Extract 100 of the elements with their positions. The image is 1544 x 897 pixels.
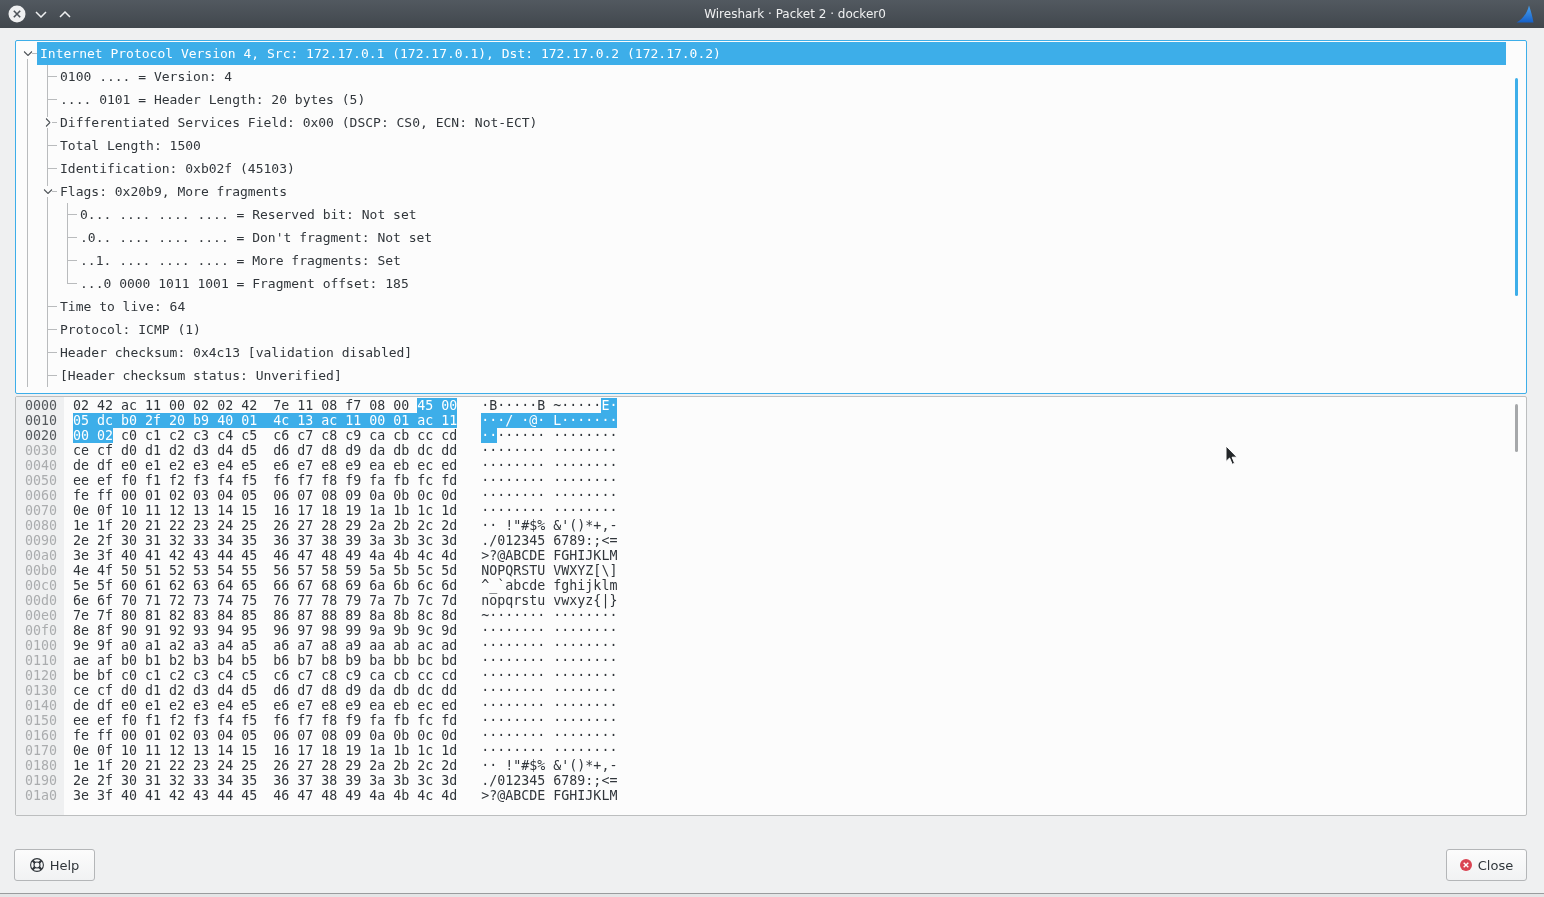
offset-label: 0050: [25, 473, 58, 488]
tree-item[interactable]: Time to live: 64: [57, 295, 189, 318]
tree-item[interactable]: 0... .... .... .... = Reserved bit: Not set: [77, 203, 420, 226]
offset-label: 00d0: [25, 593, 58, 608]
tree-item[interactable]: 0100 .... = Version: 4: [57, 65, 236, 88]
hex-bytes: 05 dc b0 2f 20 b9 40 01 4c 13 ac 11 00 01 ac 11: [73, 413, 458, 428]
hex-bytes: 0e 0f 10 11 12 13 14 15 16 17 18 19 1a 1b 1c 1d: [73, 503, 458, 518]
hex-bytes: be bf c0 c1 c2 c3 c4 c5 c6 c7 c8 c9 ca cb cc cd: [73, 668, 458, 683]
hex-bytes: 3e 3f 40 41 42 43 44 45 46 47 48 49 4a 4b 4c 4d: [73, 788, 458, 803]
hex-bytes: 9e 9f a0 a1 a2 a3 a4 a5 a6 a7 a8 a9 aa ab ac ad: [73, 638, 458, 653]
ascii-text: ···/ ·@· L·······: [481, 413, 618, 428]
offset-label: 0120: [25, 668, 58, 683]
hex-bytes: ce cf d0 d1 d2 d3 d4 d5 d6 d7 d8 d9 da db dc dd: [73, 443, 458, 458]
ascii-text: ./012345 6789:;<=: [481, 533, 618, 548]
tree-item[interactable]: Total Length: 1500: [57, 134, 204, 157]
offset-label: 00e0: [25, 608, 58, 623]
hex-bytes: fe ff 00 01 02 03 04 05 06 07 08 09 0a 0b 0c 0d: [73, 728, 458, 743]
close-button[interactable]: Close: [1446, 849, 1527, 881]
help-button[interactable]: Help: [14, 849, 95, 881]
tree-item[interactable]: .... 0101 = Header Length: 20 bytes (5): [57, 88, 369, 111]
offset-label: 0080: [25, 518, 58, 533]
tree-item[interactable]: Differentiated Services Field: 0x00 (DSCP: CS0, ECN: Not-ECT): [57, 111, 541, 134]
tree-item[interactable]: ..1. .... .... .... = More fragments: Set: [77, 249, 404, 272]
tree-item[interactable]: Header checksum: 0x4c13 [validation disabled]: [57, 341, 416, 364]
offset-label: 0040: [25, 458, 58, 473]
offset-label: 0100: [25, 638, 58, 653]
tree-item[interactable]: Identification: 0xb02f (45103): [57, 157, 298, 180]
hex-bytes: 2e 2f 30 31 32 33 34 35 36 37 38 39 3a 3b 3c 3d: [73, 533, 458, 548]
hex-bytes: de df e0 e1 e2 e3 e4 e5 e6 e7 e8 e9 ea eb ec ed: [73, 458, 458, 473]
ascii-text: ········ ········: [481, 743, 618, 758]
hex-bytes: c0 c1 c2 c3 c4 c5 c6 c7 c8 c9 ca cb cc cd: [121, 428, 458, 443]
ascii-text: ········ ········: [481, 698, 618, 713]
close-icon[interactable]: [8, 5, 26, 23]
hex-bytes: 6e 6f 70 71 72 73 74 75 76 77 78 79 7a 7b 7c 7d: [73, 593, 458, 608]
ascii-text: ········ ········: [481, 488, 618, 503]
ascii-text: ········ ········: [481, 458, 618, 473]
ascii-text: ··: [481, 428, 498, 443]
tree-item[interactable]: .0.. .... .... .... = Don't fragment: Not set: [77, 226, 436, 249]
offset-label: 0190: [25, 773, 58, 788]
tree-item[interactable]: ...0 0000 1011 1001 = Fragment offset: 185: [77, 272, 412, 295]
chevron-down-icon[interactable]: [23, 51, 32, 56]
ascii-text: ········ ········: [481, 728, 618, 743]
offset-label: 0180: [25, 758, 58, 773]
offset-label: 00b0: [25, 563, 58, 578]
offset-label: 0070: [25, 503, 58, 518]
mouse-pointer-icon: [1225, 445, 1238, 466]
ascii-text: ········ ········: [481, 473, 618, 488]
ascii-text: ········ ········: [481, 713, 618, 728]
offset-label: 00c0: [25, 578, 58, 593]
hex-bytes: 45 00: [417, 398, 458, 413]
ascii-text: ./012345 6789:;<=: [481, 773, 618, 788]
offset-label: 0090: [25, 533, 58, 548]
hex-bytes: 1e 1f 20 21 22 23 24 25 26 27 28 29 2a 2b 2c 2d: [73, 518, 458, 533]
offset-label: 0010: [25, 413, 58, 428]
tree-item[interactable]: Protocol: ICMP (1): [57, 318, 204, 341]
ascii-text: ········ ········: [481, 638, 618, 653]
hex-bytes: 02 42 ac 11 00 02 02 42 7e 11 08 f7 08 00: [73, 398, 410, 413]
hex-bytes: ee ef f0 f1 f2 f3 f4 f5 f6 f7 f8 f9 fa fb fc fd: [73, 473, 458, 488]
chevron-down-icon[interactable]: [43, 189, 52, 194]
hex-bytes: fe ff 00 01 02 03 04 05 06 07 08 09 0a 0b 0c 0d: [73, 488, 458, 503]
ascii-text: NOPQRSTU VWXYZ[\]: [481, 563, 618, 578]
ascii-text: ········ ········: [481, 653, 618, 668]
hex-bytes: de df e0 e1 e2 e3 e4 e5 e6 e7 e8 e9 ea eb ec ed: [73, 698, 458, 713]
offset-label: 00f0: [25, 623, 58, 638]
ascii-text: ~······· ········: [481, 608, 618, 623]
hex-bytes: ee ef f0 f1 f2 f3 f4 f5 f6 f7 f8 f9 fa fb fc fd: [73, 713, 458, 728]
offset-label: 0020: [25, 428, 58, 443]
hex-bytes: 7e 7f 80 81 82 83 84 85 86 87 88 89 8a 8b 8c 8d: [73, 608, 458, 623]
ascii-text: ^_`abcde fghijklm: [481, 578, 618, 593]
tree-item[interactable]: [Header checksum status: Unverified]: [57, 364, 345, 387]
ascii-text: ········ ········: [481, 683, 618, 698]
ascii-text: ·· !"#$% &'()*+,-: [481, 758, 618, 773]
ascii-text: ·B·····B ~·····: [481, 398, 602, 413]
hex-bytes: 5e 5f 60 61 62 63 64 65 66 67 68 69 6a 6b 6c 6d: [73, 578, 458, 593]
hex-bytes: ce cf d0 d1 d2 d3 d4 d5 d6 d7 d8 d9 da db dc dd: [73, 683, 458, 698]
window-title: Wireshark · Packet 2 · docker0: [704, 7, 886, 21]
hex-bytes: 4e 4f 50 51 52 53 54 55 56 57 58 59 5a 5b 5c 5d: [73, 563, 458, 578]
hex-bytes: ae af b0 b1 b2 b3 b4 b5 b6 b7 b8 b9 ba bb bc bd: [73, 653, 458, 668]
hex-bytes: 00 02: [73, 428, 114, 443]
offset-label: 0160: [25, 728, 58, 743]
offset-label: 0110: [25, 653, 58, 668]
ascii-text: ········ ········: [481, 623, 618, 638]
scrollbar-handle[interactable]: [1514, 78, 1518, 296]
ascii-text: ········ ········: [481, 503, 618, 518]
offset-label: 0140: [25, 698, 58, 713]
ascii-text: >?@ABCDE FGHIJKLM: [481, 788, 618, 803]
offset-label: 0150: [25, 713, 58, 728]
ascii-text: ······ ········: [497, 428, 618, 443]
close-icon: [1459, 859, 1472, 871]
ascii-text: ·· !"#$% &'()*+,-: [481, 518, 618, 533]
offset-label: 0130: [25, 683, 58, 698]
offset-label: 0170: [25, 743, 58, 758]
chevron-right-icon[interactable]: [45, 118, 50, 127]
tree-item[interactable]: Flags: 0x20b9, More fragments: [57, 180, 290, 203]
hex-bytes: 1e 1f 20 21 22 23 24 25 26 27 28 29 2a 2b 2c 2d: [73, 758, 458, 773]
scrollbar-handle[interactable]: [1514, 404, 1518, 452]
chevron-up-icon[interactable]: [59, 10, 71, 18]
hex-bytes: 0e 0f 10 11 12 13 14 15 16 17 18 19 1a 1b 1c 1d: [73, 743, 458, 758]
offset-label: 00a0: [25, 548, 58, 563]
offset-label: 01a0: [25, 788, 58, 803]
